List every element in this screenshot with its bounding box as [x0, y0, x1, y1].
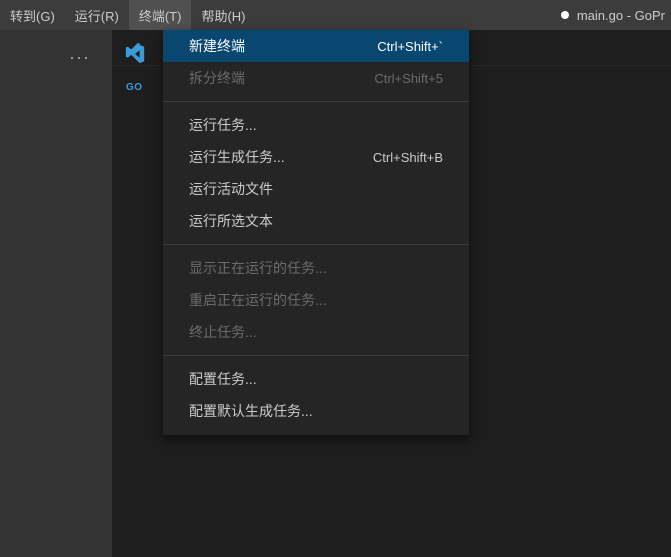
menu-separator	[163, 355, 469, 356]
more-icon[interactable]: ···	[0, 30, 112, 66]
menu-item[interactable]: 运行活动文件	[163, 173, 469, 205]
menu-item-label: 运行活动文件	[189, 179, 443, 199]
menu-item: 拆分终端Ctrl+Shift+5	[163, 62, 469, 94]
dirty-indicator-icon	[561, 11, 569, 19]
menu-item-label: 新建终端	[189, 36, 377, 56]
menubar-item[interactable]: 转到(G)	[0, 0, 65, 30]
vscode-icon	[124, 43, 146, 65]
title-text: main.go - GoPr	[577, 8, 665, 23]
menu-item[interactable]: 新建终端Ctrl+Shift+`	[163, 30, 469, 62]
terminal-menu-dropdown: 新建终端Ctrl+Shift+`拆分终端Ctrl+Shift+5运行任务...运…	[163, 30, 469, 435]
menu-item-label: 显示正在运行的任务...	[189, 258, 443, 278]
menu-item-shortcut: Ctrl+Shift+`	[377, 39, 443, 54]
menu-item-label: 重启正在运行的任务...	[189, 290, 443, 310]
menu-item-label: 运行任务...	[189, 115, 443, 135]
menubar-item[interactable]: 帮助(H)	[191, 0, 255, 30]
menu-item: 重启正在运行的任务...	[163, 284, 469, 316]
menu-item-shortcut: Ctrl+Shift+5	[374, 71, 443, 86]
menu-item: 终止任务...	[163, 316, 469, 348]
menu-separator	[163, 101, 469, 102]
go-file-icon: GO	[126, 82, 143, 93]
menu-separator	[163, 244, 469, 245]
window-title: main.go - GoPr	[561, 0, 671, 30]
menu-item[interactable]: 配置任务...	[163, 363, 469, 395]
menu-item-label: 运行所选文本	[189, 211, 443, 231]
menubar-item[interactable]: 终端(T)	[129, 0, 192, 30]
activity-bar: ···	[0, 30, 112, 557]
menu-item-label: 运行生成任务...	[189, 147, 373, 167]
menu-item[interactable]: 运行任务...	[163, 109, 469, 141]
menu-item: 显示正在运行的任务...	[163, 252, 469, 284]
menu-item-label: 终止任务...	[189, 322, 443, 342]
menu-item-label: 配置默认生成任务...	[189, 401, 443, 421]
menu-item-shortcut: Ctrl+Shift+B	[373, 150, 443, 165]
menubar-item[interactable]: 运行(R)	[65, 0, 129, 30]
menu-item[interactable]: 配置默认生成任务...	[163, 395, 469, 427]
menu-item[interactable]: 运行生成任务...Ctrl+Shift+B	[163, 141, 469, 173]
menu-item-label: 拆分终端	[189, 68, 374, 88]
menu-item[interactable]: 运行所选文本	[163, 205, 469, 237]
menu-item-label: 配置任务...	[189, 369, 443, 389]
